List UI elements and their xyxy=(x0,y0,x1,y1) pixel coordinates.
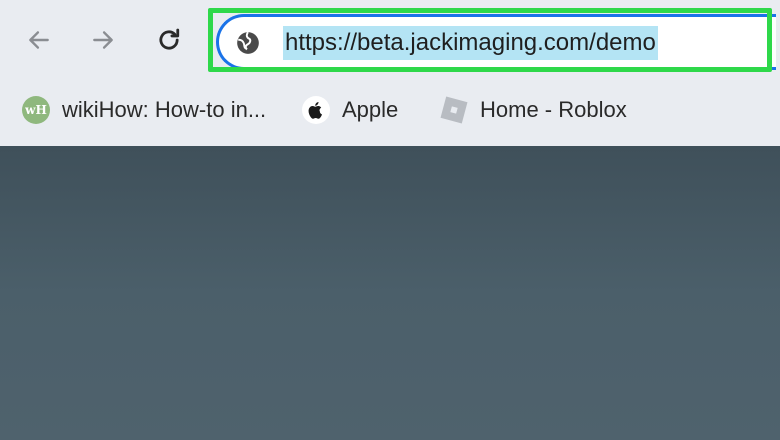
bookmarks-bar: wH wikiHow: How-to in... Apple Home - Ro… xyxy=(0,84,780,136)
reload-icon xyxy=(159,28,180,50)
bookmark-label: Apple xyxy=(342,97,399,122)
bookmark-label: wikiHow: How-to in... xyxy=(62,97,267,122)
wikihow-icon: wH xyxy=(22,96,50,124)
roblox-icon xyxy=(440,96,468,124)
back-button[interactable] xyxy=(19,20,59,60)
browser-toolbar: https://beta.jackimaging.com/demo xyxy=(0,0,780,84)
arrow-left-icon xyxy=(29,31,49,49)
reload-button[interactable] xyxy=(149,20,189,60)
address-bar-highlight xyxy=(208,8,772,72)
arrow-right-icon xyxy=(93,31,113,49)
forward-button[interactable] xyxy=(83,20,123,60)
toolbar-divider xyxy=(0,136,780,146)
page-content xyxy=(0,146,780,440)
apple-icon xyxy=(302,96,330,124)
bookmark-wikihow[interactable]: wH wikiHow: How-to in... xyxy=(22,90,266,130)
bookmark-roblox[interactable]: Home - Roblox xyxy=(440,90,627,130)
bookmark-label: Home - Roblox xyxy=(480,97,627,122)
bookmark-apple[interactable]: Apple xyxy=(302,90,398,130)
